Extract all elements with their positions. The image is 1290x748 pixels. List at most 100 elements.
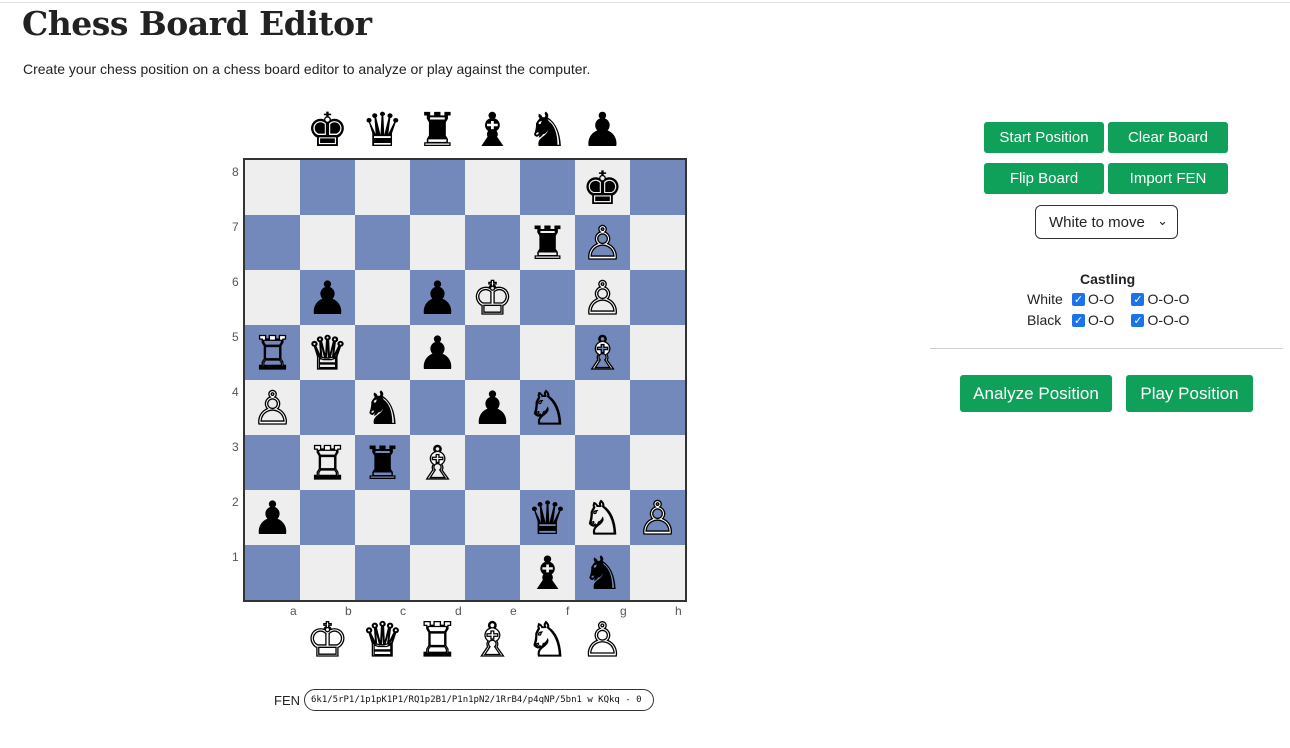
spare-black-rook[interactable]: ♜ xyxy=(410,102,465,158)
square-d3[interactable]: ♗ xyxy=(410,435,465,490)
square-c2[interactable] xyxy=(355,490,410,545)
square-a6[interactable] xyxy=(245,270,300,325)
square-f7[interactable]: ♜ xyxy=(520,215,575,270)
piece-d3[interactable]: ♗ xyxy=(416,439,459,486)
square-g3[interactable] xyxy=(575,435,630,490)
piece-e4[interactable]: ♟ xyxy=(472,385,513,431)
square-h2[interactable]: ♙ xyxy=(630,490,685,545)
square-e2[interactable] xyxy=(465,490,520,545)
spare-black-queen[interactable]: ♛ xyxy=(355,102,410,158)
black-short-castle-checkbox[interactable]: ✓ xyxy=(1072,313,1085,327)
square-b1[interactable] xyxy=(300,545,355,600)
square-c6[interactable] xyxy=(355,270,410,325)
square-b4[interactable] xyxy=(300,380,355,435)
square-f8[interactable] xyxy=(520,160,575,215)
square-a8[interactable] xyxy=(245,160,300,215)
play-position-button[interactable]: Play Position xyxy=(1126,375,1253,412)
piece-a5[interactable]: ♖ xyxy=(251,329,294,376)
square-f5[interactable] xyxy=(520,325,575,380)
square-d2[interactable] xyxy=(410,490,465,545)
flip-board-button[interactable]: Flip Board xyxy=(984,163,1104,194)
spare-white-queen[interactable]: ♕ xyxy=(355,612,410,668)
piece-f1[interactable]: ♝ xyxy=(527,550,568,596)
square-b7[interactable] xyxy=(300,215,355,270)
import-fen-button[interactable]: Import FEN xyxy=(1108,163,1228,194)
piece-f4[interactable]: ♘ xyxy=(526,384,569,431)
square-f1[interactable]: ♝ xyxy=(520,545,575,600)
piece-f7[interactable]: ♜ xyxy=(527,220,568,266)
spare-black-pawn[interactable]: ♟ xyxy=(575,102,630,158)
square-h7[interactable] xyxy=(630,215,685,270)
square-b6[interactable]: ♟ xyxy=(300,270,355,325)
piece-g6[interactable]: ♙ xyxy=(581,274,624,321)
square-g5[interactable]: ♗ xyxy=(575,325,630,380)
spare-white-knight[interactable]: ♘ xyxy=(520,612,575,668)
square-a5[interactable]: ♖ xyxy=(245,325,300,380)
square-h8[interactable] xyxy=(630,160,685,215)
piece-b5[interactable]: ♕ xyxy=(306,329,349,376)
square-e1[interactable] xyxy=(465,545,520,600)
square-c5[interactable] xyxy=(355,325,410,380)
piece-c4[interactable]: ♞ xyxy=(362,385,403,431)
square-e7[interactable] xyxy=(465,215,520,270)
square-h4[interactable] xyxy=(630,380,685,435)
piece-h2[interactable]: ♙ xyxy=(636,494,679,541)
analyze-position-button[interactable]: Analyze Position xyxy=(960,375,1112,412)
clear-board-button[interactable]: Clear Board xyxy=(1108,122,1228,153)
square-a4[interactable]: ♙ xyxy=(245,380,300,435)
piece-g8[interactable]: ♚ xyxy=(582,165,623,211)
piece-a4[interactable]: ♙ xyxy=(251,384,294,431)
square-a1[interactable] xyxy=(245,545,300,600)
piece-a2[interactable]: ♟ xyxy=(252,495,293,541)
square-f6[interactable] xyxy=(520,270,575,325)
piece-g2[interactable]: ♘ xyxy=(581,494,624,541)
piece-b6[interactable]: ♟ xyxy=(307,275,348,321)
piece-d5[interactable]: ♟ xyxy=(417,330,458,376)
piece-f2[interactable]: ♛ xyxy=(527,495,568,541)
square-g7[interactable]: ♙ xyxy=(575,215,630,270)
piece-d6[interactable]: ♟ xyxy=(417,275,458,321)
square-h1[interactable] xyxy=(630,545,685,600)
fen-input[interactable] xyxy=(304,689,654,711)
piece-g5[interactable]: ♗ xyxy=(581,329,624,376)
spare-white-king[interactable]: ♔ xyxy=(300,612,355,668)
piece-g1[interactable]: ♞ xyxy=(582,550,623,596)
start-position-button[interactable]: Start Position xyxy=(984,122,1104,153)
piece-b3[interactable]: ♖ xyxy=(306,439,349,486)
square-f2[interactable]: ♛ xyxy=(520,490,575,545)
square-d7[interactable] xyxy=(410,215,465,270)
piece-g7[interactable]: ♙ xyxy=(581,219,624,266)
turn-select[interactable]: White to move ⌄ xyxy=(1035,205,1178,239)
square-e6[interactable]: ♔ xyxy=(465,270,520,325)
square-e4[interactable]: ♟ xyxy=(465,380,520,435)
square-g4[interactable] xyxy=(575,380,630,435)
white-long-castle-checkbox[interactable]: ✓ xyxy=(1131,292,1145,306)
spare-black-bishop[interactable]: ♝ xyxy=(465,102,520,158)
spare-white-rook[interactable]: ♖ xyxy=(410,612,465,668)
spare-white-pawn[interactable]: ♙ xyxy=(575,612,630,668)
square-h3[interactable] xyxy=(630,435,685,490)
piece-e6[interactable]: ♔ xyxy=(471,274,514,321)
square-c8[interactable] xyxy=(355,160,410,215)
square-g6[interactable]: ♙ xyxy=(575,270,630,325)
square-a2[interactable]: ♟ xyxy=(245,490,300,545)
square-e8[interactable] xyxy=(465,160,520,215)
square-g8[interactable]: ♚ xyxy=(575,160,630,215)
white-short-castle-checkbox[interactable]: ✓ xyxy=(1072,292,1085,306)
square-d6[interactable]: ♟ xyxy=(410,270,465,325)
square-a3[interactable] xyxy=(245,435,300,490)
square-b3[interactable]: ♖ xyxy=(300,435,355,490)
square-f3[interactable] xyxy=(520,435,575,490)
black-long-castle-checkbox[interactable]: ✓ xyxy=(1131,313,1145,327)
square-g1[interactable]: ♞ xyxy=(575,545,630,600)
square-c4[interactable]: ♞ xyxy=(355,380,410,435)
spare-white-bishop[interactable]: ♗ xyxy=(465,612,520,668)
square-b5[interactable]: ♕ xyxy=(300,325,355,380)
square-d4[interactable] xyxy=(410,380,465,435)
square-c1[interactable] xyxy=(355,545,410,600)
square-d5[interactable]: ♟ xyxy=(410,325,465,380)
square-b2[interactable] xyxy=(300,490,355,545)
square-e3[interactable] xyxy=(465,435,520,490)
square-a7[interactable] xyxy=(245,215,300,270)
square-h6[interactable] xyxy=(630,270,685,325)
